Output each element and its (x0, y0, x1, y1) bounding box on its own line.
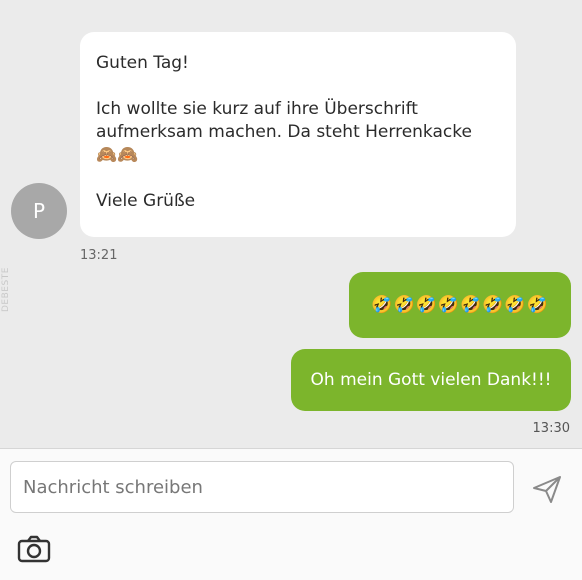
laughing-emojis: 🤣🤣🤣🤣🤣🤣🤣🤣 (371, 295, 549, 315)
message-signoff: Viele Grüße (96, 191, 196, 211)
outgoing-timestamp: 13:30 (532, 421, 570, 436)
send-icon[interactable] (531, 473, 563, 505)
message-body-line-1: Ich wollte sie kurz auf ihre Überschrift (96, 99, 418, 119)
incoming-message-bubble[interactable]: Guten Tag! Ich wollte sie kurz auf ihre … (80, 32, 516, 237)
message-composer: Nachricht schreiben (0, 448, 582, 580)
watermark: DEBESTE (1, 267, 11, 312)
reply-text: Oh mein Gott vielen Dank!!! (310, 370, 552, 390)
message-input[interactable]: Nachricht schreiben (10, 461, 514, 513)
message-greeting: Guten Tag! (96, 53, 189, 73)
monkey-emojis: 🙈🙈 (96, 145, 139, 165)
message-input-placeholder: Nachricht schreiben (23, 476, 203, 498)
chat-area: P Guten Tag! Ich wollte sie kurz auf ihr… (0, 0, 582, 448)
incoming-timestamp: 13:21 (80, 248, 118, 263)
message-body-line-2: aufmerksam machen. Da steht Herrenkacke (96, 122, 472, 142)
outgoing-message-bubble-reply[interactable]: Oh mein Gott vielen Dank!!! (291, 349, 571, 411)
outgoing-message-bubble-emojis[interactable]: 🤣🤣🤣🤣🤣🤣🤣🤣 (349, 272, 571, 338)
avatar[interactable]: P (11, 183, 67, 239)
camera-icon[interactable] (17, 534, 51, 564)
avatar-initial: P (32, 199, 46, 223)
